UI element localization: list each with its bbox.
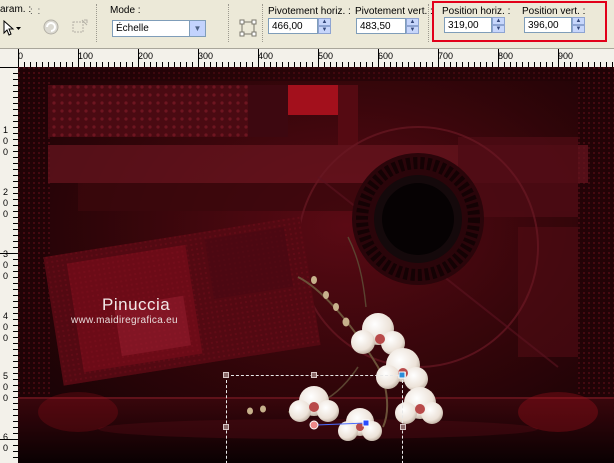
pivot-v-value: 483,50 [360, 21, 391, 32]
reset-button[interactable] [39, 15, 63, 39]
ruler-label: 600 [378, 51, 394, 61]
spin-up-icon[interactable]: ▲ [318, 18, 331, 26]
mode-label: Mode : [110, 5, 141, 16]
tool-options-toolbar: aram. : : : Mode : Échelle ▼ Pivotement … [0, 0, 614, 49]
ruler-label: 700 [438, 51, 454, 61]
watermark-url: www.maidiregrafica.eu [71, 315, 178, 326]
horizontal-ruler: 0 100 200 300 400 500 600 700 800 900 [0, 49, 614, 68]
edge-handle-top[interactable] [311, 372, 317, 378]
pivot-h-label: Pivotement horiz. : [268, 6, 351, 17]
transform-selection-button[interactable] [68, 15, 92, 39]
ruler-digit: 0 [3, 393, 9, 403]
params-label: aram. : [0, 4, 32, 15]
toolbar-grip [96, 4, 100, 42]
corner-handle-top-left[interactable] [223, 372, 229, 378]
ruler-label: 900 [558, 51, 574, 61]
mode-select[interactable]: Échelle ▼ [112, 20, 206, 37]
ruler-digit: 5 [3, 371, 9, 381]
ruler-label: 800 [498, 51, 514, 61]
edge-handle-right[interactable] [400, 424, 406, 430]
ruler-digit: 0 [3, 260, 9, 270]
pivot-icon [239, 19, 257, 37]
edge-handle-left[interactable] [223, 424, 229, 430]
ruler-digit: 0 [3, 209, 9, 219]
ruler-digit: 0 [3, 198, 9, 208]
mode-value: Échelle [116, 23, 149, 34]
ruler-digit: 0 [3, 443, 9, 453]
vertical-ruler: 1 0 0 2 0 0 3 0 0 4 0 0 5 0 0 6 0 [0, 67, 19, 463]
ruler-digit: 0 [3, 333, 9, 343]
reset-icon [43, 19, 59, 35]
spin-up-icon[interactable]: ▲ [406, 18, 419, 26]
ruler-digit: 0 [3, 382, 9, 392]
transform-bounding-box[interactable] [226, 375, 403, 463]
image-canvas[interactable]: Pinuccia www.maidiregrafica.eu [18, 67, 614, 463]
toolbar-grip [262, 4, 266, 42]
ruler-label: 200 [138, 51, 154, 61]
ruler-digit: 2 [3, 187, 9, 197]
ruler-label: 100 [78, 51, 94, 61]
ruler-label: 500 [318, 51, 334, 61]
ruler-label: 400 [258, 51, 274, 61]
transform-icon [72, 19, 88, 33]
ruler-digit: 6 [3, 432, 9, 442]
toolbar-grip [228, 4, 232, 42]
ruler-digit: 0 [3, 322, 9, 332]
ruler-label: 0 [18, 51, 24, 61]
position-fields-highlight [432, 1, 607, 42]
pivot-center-button[interactable] [236, 16, 260, 40]
watermark-name: Pinuccia [102, 295, 171, 314]
pivot-v-label: Pivotement vert. : [355, 6, 433, 17]
ruler-digit: 0 [3, 271, 9, 281]
pick-tool-dropdown[interactable] [0, 16, 24, 40]
ruler-digit: 0 [3, 136, 9, 146]
ruler-digit: 0 [3, 147, 9, 157]
spin-down-icon[interactable]: ▼ [406, 26, 419, 34]
ruler-label: 300 [198, 51, 214, 61]
arrow-cursor-icon [3, 19, 21, 36]
pivot-h-input[interactable]: 466,00 [268, 18, 318, 34]
ruler-digit: 1 [3, 125, 9, 135]
pivot-h-spinner[interactable]: ▲ ▼ [318, 18, 331, 34]
pivot-h-value: 466,00 [272, 21, 303, 32]
ruler-digit: 4 [3, 311, 9, 321]
pivot-v-spinner[interactable]: ▲ ▼ [406, 18, 419, 34]
ruler-digit: 3 [3, 249, 9, 259]
chevron-down-icon[interactable]: ▼ [189, 21, 205, 36]
pivot-v-input[interactable]: 483,50 [356, 18, 406, 34]
corner-handle-top-right[interactable] [400, 372, 406, 378]
spin-down-icon[interactable]: ▼ [318, 26, 331, 34]
